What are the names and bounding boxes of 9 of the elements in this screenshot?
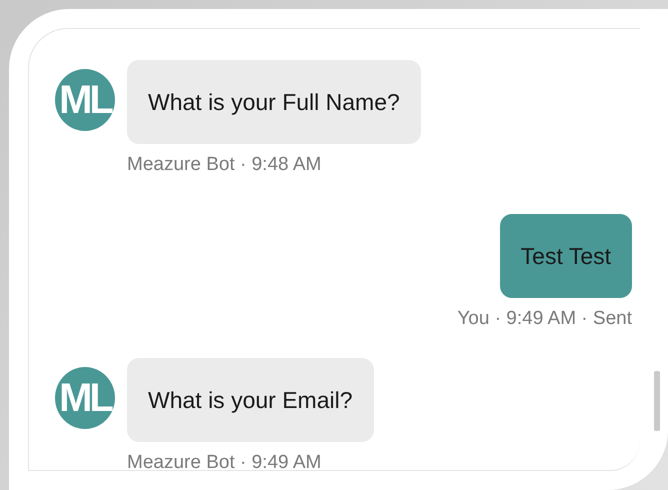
message-meta: Meazure Bot · 9:48 AM — [127, 154, 322, 176]
message-bubble: Test Test — [500, 214, 632, 298]
bot-avatar: ML — [55, 69, 115, 131]
message-meta: Meazure Bot · 9:49 AM — [127, 452, 322, 470]
scrollbar-thumb[interactable] — [654, 371, 660, 431]
message-bubble: What is your Email? — [127, 358, 374, 442]
message-bubble: What is your Full Name? — [127, 60, 421, 144]
bot-avatar: ML — [55, 367, 115, 429]
message-meta: You · 9:49 AM · Sent — [457, 308, 632, 330]
